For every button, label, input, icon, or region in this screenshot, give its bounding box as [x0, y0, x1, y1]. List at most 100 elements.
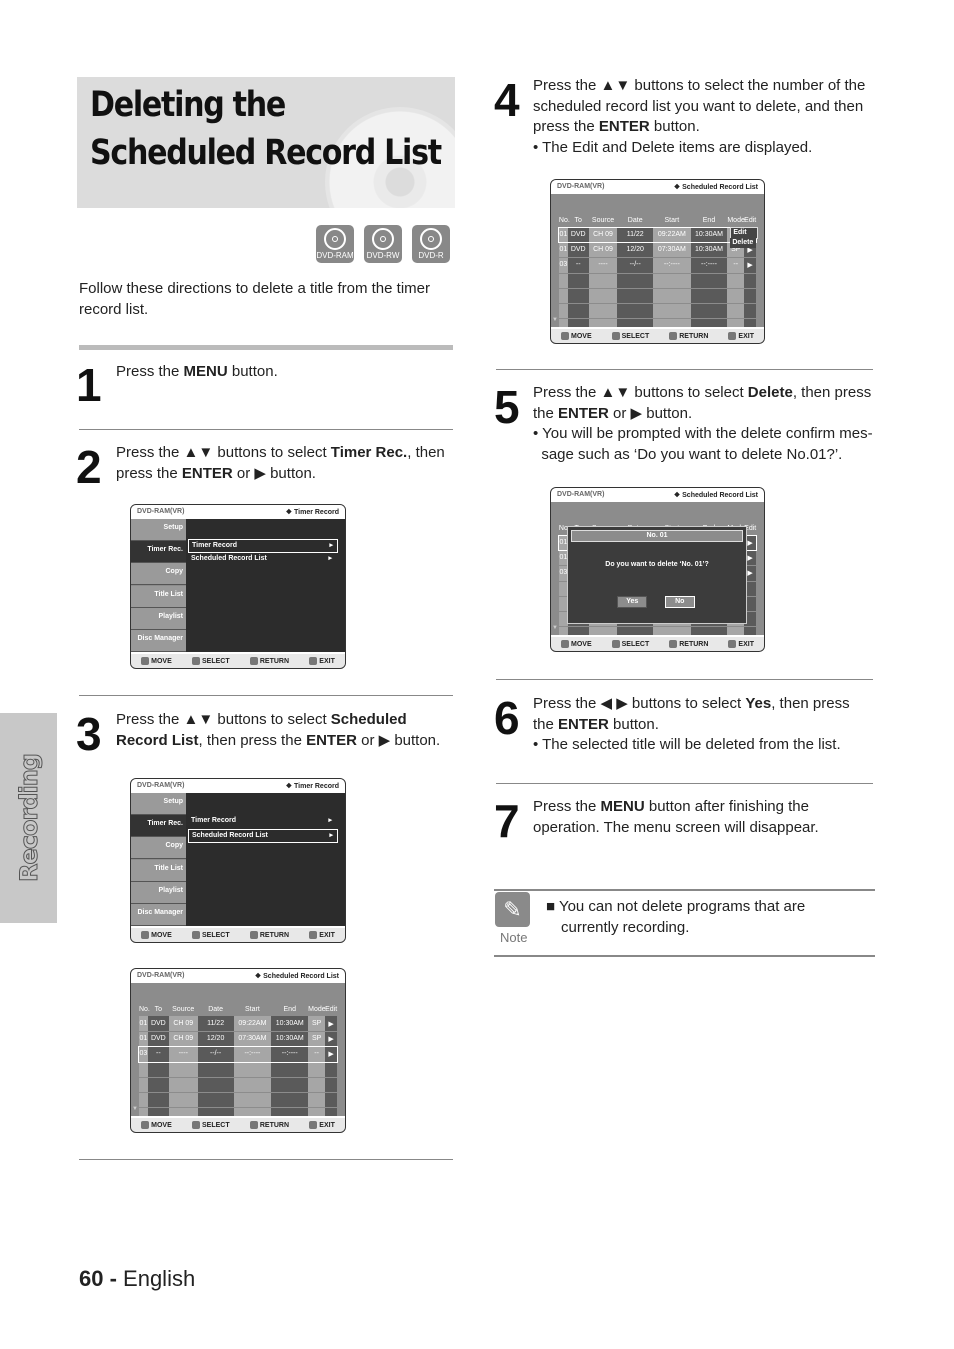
- screen-footer: MOVE SELECT RETURN EXIT: [551, 635, 764, 651]
- table-cell: 10:30AM: [275, 1020, 304, 1027]
- sidebar-item: Timer Rec.: [131, 541, 186, 564]
- table-cell: 10:30AM: [275, 1035, 304, 1043]
- row-line: [558, 303, 757, 304]
- screen-title: ❖ Scheduled Record List: [254, 973, 339, 980]
- note-text: ■ You can not delete programs that are: [546, 898, 806, 915]
- footer-key-return: RETURN: [669, 332, 708, 340]
- screen-title: ❖ Scheduled Record List: [673, 184, 758, 191]
- row-line: [558, 318, 757, 320]
- sidebar-item: Disc Manager: [131, 903, 186, 926]
- column-header: End: [702, 217, 716, 224]
- footer-key-move: MOVE: [141, 657, 172, 665]
- menu-panel: [186, 793, 345, 926]
- divider: [496, 783, 873, 784]
- footer-key-exit: EXIT: [728, 332, 754, 340]
- table-cell: ▶: [747, 262, 753, 270]
- step-6-text: Press the ◀ ▶ buttons to select Yes, the…: [533, 695, 850, 753]
- arrow-right-icon: ▸: [329, 832, 333, 839]
- selected-row-outline: [557, 227, 758, 244]
- step-3-text: Press the ▲▼ buttons to select Scheduled…: [116, 711, 441, 749]
- table-cell: --:----: [701, 261, 717, 269]
- table-cell: DVD: [150, 1035, 166, 1043]
- sidebar-item: Copy: [131, 563, 186, 586]
- sidebar-item: Setup: [131, 519, 186, 542]
- screen-header: DVD-RAM(VR) ❖ Scheduled Record List: [131, 969, 345, 983]
- step-number: 2: [76, 441, 102, 493]
- intro-text: Follow these directions to delete a titl…: [79, 280, 430, 318]
- sidebar-item: Setup: [131, 793, 186, 816]
- table-cell: 12/20: [206, 1035, 225, 1043]
- dvd-r-icon: DVD-R: [412, 225, 450, 263]
- footer-key-exit: EXIT: [309, 657, 335, 665]
- column-header: Mode: [308, 1006, 326, 1013]
- footer-key-return: RETURN: [249, 931, 289, 939]
- table-cell: --: [575, 261, 581, 269]
- table-cell: 07:30AM: [238, 1035, 267, 1043]
- column-header: Start: [245, 1006, 260, 1013]
- scroll-down-icon: ▼: [132, 1106, 138, 1112]
- row-line: [138, 1076, 338, 1078]
- row-line: [138, 1107, 338, 1109]
- footer-key-move: MOVE: [141, 931, 172, 939]
- screen-footer: MOVE SELECT RETURN EXIT: [551, 327, 764, 343]
- screen-title: ❖ Timer Record: [285, 509, 339, 516]
- manual-page: Deleting the Scheduled Record List DVD-RA…: [0, 0, 954, 1349]
- table-cell: DVD: [570, 246, 586, 254]
- menu-item: Timer Record ▸: [188, 539, 338, 553]
- step-2-text: Press the ▲▼ buttons to select Timer Rec…: [116, 444, 445, 482]
- delete-confirm-screen: DVD-RAM(VR) ❖ Scheduled Record List MOVE SE…: [550, 487, 765, 652]
- screen-header: DVD-RAM(VR) ❖ Scheduled Record List: [551, 180, 764, 194]
- step-number: 6: [494, 692, 520, 744]
- screen-footer: MOVE SELECT RETURN EXIT: [131, 926, 345, 942]
- table-cell: CH 09: [593, 246, 613, 254]
- footer-key-return: RETURN: [249, 657, 289, 665]
- table-cell: 12/20: [626, 246, 644, 254]
- title-line-1: Deleting the: [90, 85, 286, 125]
- row-line: [138, 1092, 338, 1093]
- table-cell: CH 09: [173, 1020, 194, 1027]
- screen-footer: MOVE SELECT RETURN EXIT: [131, 652, 345, 668]
- footer-key-exit: EXIT: [309, 1121, 335, 1129]
- row-line: [558, 272, 757, 274]
- arrow-right-icon: ▸: [329, 542, 333, 549]
- menu-screen-scheduled-list: DVD-RAM(VR) ❖ Timer Record MOVE SELECT RETUR…: [130, 778, 346, 943]
- column-header: Start: [664, 217, 680, 224]
- table-cell: --: [733, 261, 739, 269]
- divider: [496, 679, 873, 680]
- scheduled-list-screen: DVD-RAM(VR) ❖ Scheduled Record List MOVE SE…: [130, 968, 346, 1133]
- column-header: Edit: [325, 1006, 338, 1013]
- footer-key-return: RETURN: [669, 640, 708, 648]
- note-bottom-rule: [494, 955, 875, 957]
- column-header: To: [154, 1006, 163, 1013]
- table-cell: --/--: [629, 261, 641, 269]
- step-5-text: Press the ▲▼ buttons to select Delete, t…: [533, 384, 873, 463]
- section-tab-recording: Recording: [0, 713, 57, 923]
- title-line-2: Scheduled Record List: [90, 133, 442, 173]
- note-label: Note: [500, 930, 528, 945]
- divider: [79, 345, 453, 350]
- table-cell: 01: [559, 246, 568, 254]
- dvd-ram-icon: DVD-RAM: [316, 225, 354, 263]
- disc-badges: DVD-RAM DVD-RW DVD-R: [316, 225, 450, 263]
- step-1-text: Press the MENU button.: [116, 363, 278, 380]
- screen-source: DVD-RAM(VR): [137, 508, 185, 515]
- footer-key-select: SELECT: [192, 931, 230, 939]
- menu-item: Scheduled Record List ▸: [188, 829, 338, 843]
- table-cell: 01: [139, 1035, 148, 1043]
- note-text-cont: currently recording.: [561, 919, 690, 936]
- footer-key-return: RETURN: [249, 1121, 289, 1129]
- screen-source: DVD-RAM(VR): [137, 972, 185, 979]
- popup-item-delete: Delete: [730, 238, 757, 248]
- note-top-rule: [494, 889, 875, 891]
- table-cell: 09:22AM: [238, 1020, 267, 1027]
- row-line: [558, 626, 757, 628]
- dialog-button-yes: Yes: [617, 596, 648, 608]
- scroll-down-icon: ▼: [552, 317, 558, 323]
- footer-key-exit: EXIT: [309, 931, 335, 939]
- table-cell: SP: [311, 1035, 322, 1043]
- page-title: Deleting the Scheduled Record List: [90, 81, 442, 177]
- confirm-dialog: No. 01 Do you want to delete ‘No. 01’? Yes…: [566, 526, 748, 624]
- sidebar-item: Disc Manager: [131, 629, 186, 652]
- divider: [496, 369, 873, 370]
- sidebar-item: Playlist: [131, 881, 186, 904]
